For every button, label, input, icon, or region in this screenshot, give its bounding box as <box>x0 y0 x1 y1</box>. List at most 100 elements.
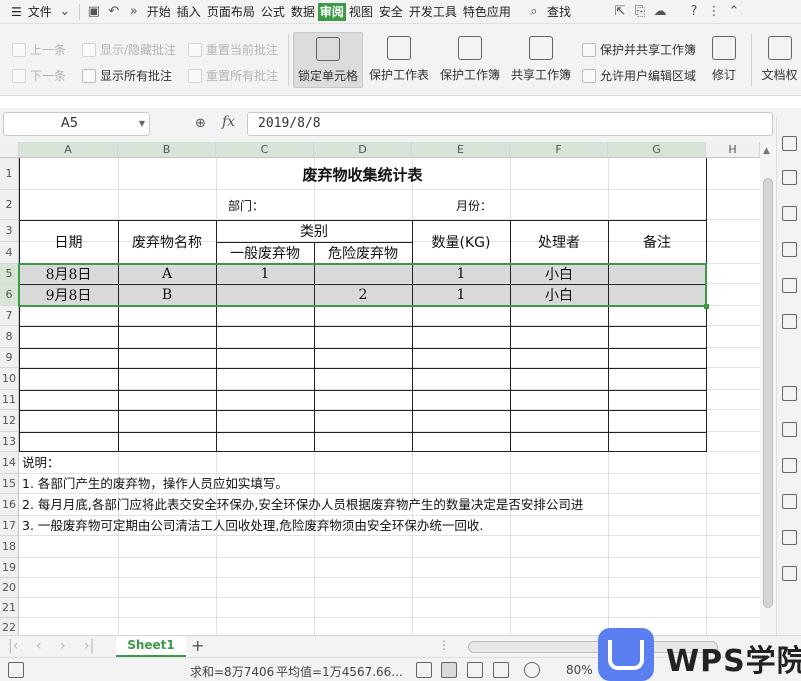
search-icon[interactable]: ⌕ <box>524 0 544 24</box>
page-break-view-icon[interactable] <box>467 662 483 678</box>
macro-record-icon[interactable] <box>8 662 24 678</box>
fill-handle[interactable] <box>704 304 709 309</box>
vertical-scrollbar[interactable]: ▲ <box>760 142 776 635</box>
page-layout-view-icon[interactable] <box>493 662 509 678</box>
search-button[interactable]: 查找 <box>544 0 574 24</box>
export-icon[interactable]: ⎘ <box>630 0 650 24</box>
revisions-button[interactable]: 修订 <box>704 32 744 88</box>
history-icon[interactable] <box>782 566 797 581</box>
row-header-13[interactable]: 13 <box>0 432 19 452</box>
row-header-10[interactable]: 10 <box>0 368 19 390</box>
row-header-3[interactable]: 3 <box>0 220 19 242</box>
undo-icon[interactable]: ↶ <box>104 0 124 24</box>
zoom-level[interactable]: 80% <box>566 663 593 677</box>
scroll-up-icon[interactable]: ▲ <box>763 146 770 156</box>
help-icon[interactable]: ? <box>684 0 704 24</box>
share-icon[interactable]: ⇱ <box>610 0 630 24</box>
row-header-6[interactable]: 6 <box>0 284 19 306</box>
scrollbar-thumb[interactable] <box>763 178 773 608</box>
tab-split-handle[interactable]: ⋮ <box>438 638 450 652</box>
row-header-18[interactable]: 18 <box>0 536 19 558</box>
tab-special[interactable]: 特色应用 <box>460 0 514 24</box>
protect-sheet-button[interactable]: 保护工作表 <box>367 32 431 88</box>
spreadsheet-grid[interactable]: A B C D E F G H 1 2 3 4 5 6 7 8 9 10 11 12 13 14 15 16 17 18 19 20 2… <box>0 142 760 635</box>
chevron-down-icon[interactable]: ▼ <box>139 113 145 135</box>
first-sheet-icon[interactable]: |‹ <box>8 638 18 654</box>
menu-item-file[interactable]: 文件 <box>25 0 55 24</box>
tab-formula[interactable]: 公式 <box>258 0 288 24</box>
column-header-g[interactable]: G <box>608 142 706 158</box>
reset-current-comment-button[interactable]: 重置当前批注 <box>188 41 278 58</box>
row-header-1[interactable]: 1 <box>0 158 19 190</box>
name-box[interactable]: A5 ▼ <box>3 112 150 136</box>
row-header-16[interactable]: 16 <box>0 494 19 516</box>
cursor-icon[interactable] <box>782 136 797 151</box>
select-all-corner[interactable] <box>0 142 19 158</box>
more-icon[interactable]: » <box>124 0 144 24</box>
row-header-21[interactable]: 21 <box>0 598 19 618</box>
shape-icon[interactable] <box>782 314 797 329</box>
menu-item-file-icon[interactable]: ☰ <box>8 0 25 24</box>
column-header-f[interactable]: F <box>510 142 608 158</box>
row-header-9[interactable]: 9 <box>0 348 19 368</box>
show-all-comments-button[interactable]: 显示所有批注 <box>82 67 172 84</box>
zoom-icon[interactable]: ⊕ <box>195 116 206 131</box>
row-header-17[interactable]: 17 <box>0 516 19 536</box>
tab-view[interactable]: 视图 <box>346 0 376 24</box>
reset-all-comments-button[interactable]: 重置所有批注 <box>188 67 278 84</box>
row-header-20[interactable]: 20 <box>0 578 19 598</box>
sheet-tab-sheet1[interactable]: Sheet1 <box>116 636 186 657</box>
formula-input[interactable]: 2019/8/8 <box>247 112 773 136</box>
prev-sheet-icon[interactable]: ‹ <box>36 638 42 654</box>
fx-icon[interactable]: fx <box>222 114 235 130</box>
table-icon[interactable] <box>782 242 797 257</box>
row-header-11[interactable]: 11 <box>0 390 19 410</box>
tab-insert[interactable]: 插入 <box>174 0 204 24</box>
fit-screen-icon[interactable] <box>416 662 432 678</box>
collapse-ribbon-icon[interactable]: ⌃ <box>724 0 744 24</box>
next-comment-button[interactable]: 下一条 <box>12 67 66 84</box>
column-header-b[interactable]: B <box>118 142 216 158</box>
row-header-19[interactable]: 19 <box>0 558 19 578</box>
tab-review[interactable]: 审阅 <box>317 2 346 21</box>
allow-edit-ranges-button[interactable]: 允许用户编辑区域 <box>582 67 696 84</box>
row-header-5[interactable]: 5 <box>0 264 19 284</box>
show-hide-comment-button[interactable]: 显示/隐藏批注 <box>82 41 176 58</box>
tab-data[interactable]: 数据 <box>288 0 318 24</box>
prev-comment-button[interactable]: 上一条 <box>12 41 66 58</box>
row-header-15[interactable]: 15 <box>0 474 19 494</box>
column-header-d[interactable]: D <box>314 142 412 158</box>
more-options-icon[interactable]: ⋮ <box>704 0 724 24</box>
tab-home[interactable]: 开始 <box>144 0 174 24</box>
tab-page-layout[interactable]: 页面布局 <box>204 0 258 24</box>
share-workbook-button[interactable]: 共享工作簿 <box>509 32 573 88</box>
lock-cell-button[interactable]: 锁定单元格 <box>293 32 363 88</box>
row-header-2[interactable]: 2 <box>0 190 19 220</box>
column-header-h[interactable]: H <box>706 142 760 158</box>
column-header-e[interactable]: E <box>412 142 510 158</box>
protect-workbook-button[interactable]: 保护工作簿 <box>438 32 502 88</box>
protect-and-share-button[interactable]: 保护并共享工作簿 <box>582 41 696 58</box>
column-header-a[interactable]: A <box>19 142 118 158</box>
copy-icon[interactable] <box>782 386 797 401</box>
row-header-12[interactable]: 12 <box>0 410 19 432</box>
row-header-4[interactable]: 4 <box>0 242 19 264</box>
style-icon[interactable] <box>782 170 797 185</box>
eye-protection-icon[interactable] <box>524 662 540 678</box>
cloud-icon[interactable]: ☁ <box>650 0 670 24</box>
shield-icon[interactable] <box>782 530 797 545</box>
format-icon[interactable] <box>782 206 797 221</box>
apps-icon[interactable] <box>782 278 797 293</box>
tab-security[interactable]: 安全 <box>376 0 406 24</box>
next-sheet-icon[interactable]: › <box>60 638 66 654</box>
normal-view-icon[interactable] <box>441 662 457 678</box>
save-icon[interactable]: ▣ <box>84 0 104 24</box>
tab-developer[interactable]: 开发工具 <box>406 0 460 24</box>
row-header-7[interactable]: 7 <box>0 306 19 326</box>
archive-icon[interactable] <box>782 458 797 473</box>
row-header-8[interactable]: 8 <box>0 326 19 348</box>
export-icon[interactable] <box>782 422 797 437</box>
last-sheet-icon[interactable]: ›| <box>84 638 94 654</box>
column-header-c[interactable]: C <box>216 142 314 158</box>
add-sheet-button[interactable]: + <box>191 636 204 655</box>
